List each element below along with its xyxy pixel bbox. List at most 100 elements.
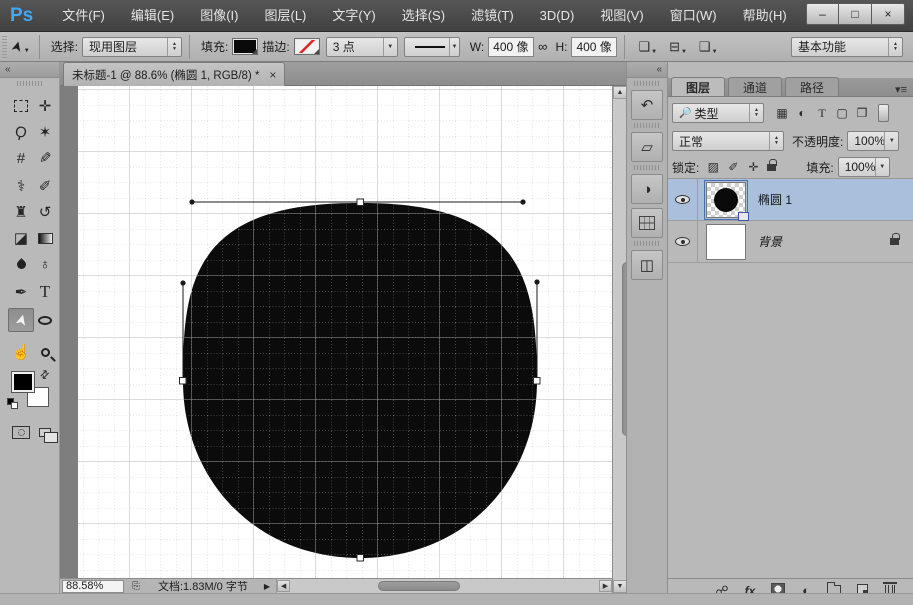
menu-filter[interactable]: 滤镜(T) bbox=[458, 0, 527, 32]
path-arrangement-button[interactable]: ❑▼ bbox=[699, 39, 718, 55]
scroll-left-icon[interactable]: ◀ bbox=[277, 580, 290, 592]
menu-3d[interactable]: 3D(D) bbox=[527, 0, 588, 32]
filter-smart-objects-icon[interactable]: ❐ bbox=[852, 106, 872, 120]
history-brush-tool[interactable]: ↺ bbox=[32, 200, 58, 224]
menu-file[interactable]: 文件(F) bbox=[49, 0, 118, 32]
properties-panel-button[interactable]: ▱ bbox=[631, 132, 663, 162]
brush-tool[interactable]: ✐ bbox=[32, 174, 58, 198]
dock-header[interactable]: « bbox=[627, 62, 667, 78]
layer-name[interactable]: 椭圆 1 bbox=[758, 191, 792, 208]
tab-channels[interactable]: 通道 bbox=[728, 77, 782, 96]
clone-stamp-tool[interactable]: ♜ bbox=[8, 200, 34, 224]
canvas[interactable] bbox=[60, 86, 612, 578]
dodge-tool[interactable]: ♁ bbox=[32, 252, 58, 276]
magic-wand-tool[interactable]: ✶ bbox=[32, 120, 58, 144]
opacity-input[interactable]: 100% bbox=[847, 131, 899, 151]
menu-edit[interactable]: 编辑(E) bbox=[118, 0, 187, 32]
color-panel-button[interactable]: ◑ bbox=[631, 174, 663, 204]
scroll-right-icon[interactable]: ▶ bbox=[599, 580, 612, 592]
filter-toggle-switch[interactable] bbox=[878, 104, 889, 122]
ellipse-shape-tool[interactable] bbox=[32, 308, 58, 332]
export-status-icon[interactable]: ⎘ bbox=[132, 581, 140, 592]
stroke-type-dropdown[interactable] bbox=[404, 37, 460, 57]
filter-adjustment-layers-icon[interactable]: ◐ bbox=[792, 106, 812, 120]
vertical-scrollbar[interactable]: ▲ ▼ bbox=[612, 86, 626, 593]
styles-3d-panel-button[interactable]: ◫ bbox=[631, 250, 663, 280]
quick-mask-mode-button[interactable] bbox=[8, 420, 34, 444]
minimize-button[interactable]: – bbox=[806, 3, 839, 25]
rectangular-marquee-tool[interactable] bbox=[8, 94, 34, 118]
layer-name[interactable]: 背景 bbox=[758, 233, 782, 250]
document-tab[interactable]: 未标题-1 @ 88.6% (椭圆 1, RGB/8) * × bbox=[63, 62, 285, 86]
maximize-button[interactable]: □ bbox=[839, 3, 872, 25]
tab-layers[interactable]: 图层 bbox=[671, 77, 725, 96]
layer-thumbnail[interactable] bbox=[706, 224, 746, 260]
eyedropper-tool[interactable]: ✎ bbox=[32, 146, 58, 170]
select-scope-dropdown[interactable]: 现用图层 bbox=[82, 37, 182, 57]
tools-panel-header[interactable]: « bbox=[0, 62, 59, 78]
stroke-width-dropdown[interactable]: 3 点 bbox=[326, 37, 398, 57]
canvas-viewport[interactable] bbox=[60, 86, 612, 578]
path-selection-tool[interactable]: ➤ bbox=[8, 308, 34, 332]
blur-tool[interactable] bbox=[8, 252, 34, 276]
screen-mode-button[interactable] bbox=[32, 420, 58, 444]
menu-layer[interactable]: 图层(L) bbox=[251, 0, 319, 32]
horizontal-scrollbar[interactable]: ◀ ▶ bbox=[276, 579, 612, 594]
path-alignment-button[interactable]: ⊟▼ bbox=[669, 39, 687, 55]
history-panel-button[interactable]: ↶ bbox=[631, 90, 663, 120]
filter-shape-layers-icon[interactable]: ▢ bbox=[832, 106, 852, 120]
workspace-switcher-dropdown[interactable]: 基本功能 bbox=[791, 37, 903, 57]
menu-help[interactable]: 帮助(H) bbox=[730, 0, 800, 32]
blend-mode-dropdown[interactable]: 正常 bbox=[672, 131, 784, 151]
swatches-panel-button[interactable] bbox=[631, 208, 663, 238]
path-operations-button[interactable]: ❏▼ bbox=[638, 39, 657, 55]
menu-select[interactable]: 选择(S) bbox=[389, 0, 458, 32]
dodge-icon: ♁ bbox=[39, 256, 50, 273]
status-options-arrow-icon[interactable]: ▶ bbox=[264, 582, 270, 591]
scroll-down-icon[interactable]: ▼ bbox=[613, 580, 627, 593]
menu-image[interactable]: 图像(I) bbox=[187, 0, 251, 32]
filter-type-dropdown[interactable]: 🔎 类型 bbox=[672, 103, 764, 123]
type-tool[interactable]: T bbox=[32, 280, 58, 304]
scroll-up-icon[interactable]: ▲ bbox=[613, 86, 627, 99]
menu-window[interactable]: 窗口(W) bbox=[657, 0, 730, 32]
tab-close-icon[interactable]: × bbox=[269, 68, 276, 82]
gradient-tool[interactable] bbox=[32, 226, 58, 250]
lock-position-icon[interactable]: ✛ bbox=[743, 160, 763, 174]
menu-view[interactable]: 视图(V) bbox=[587, 0, 656, 32]
menu-type[interactable]: 文字(Y) bbox=[319, 0, 388, 32]
lock-pixels-icon[interactable]: ✐ bbox=[723, 160, 743, 174]
filter-pixel-layers-icon[interactable]: ▦ bbox=[772, 106, 792, 120]
crop-tool[interactable]: # bbox=[8, 146, 34, 170]
zoom-tool[interactable] bbox=[32, 340, 58, 364]
shape-height-input[interactable]: 400 像 bbox=[571, 37, 617, 57]
lock-all-icon[interactable] bbox=[767, 164, 776, 171]
zoom-level-input[interactable]: 88.58% bbox=[62, 580, 124, 593]
hand-tool[interactable]: ☝ bbox=[8, 340, 34, 364]
lock-transparency-icon[interactable]: ▨ bbox=[703, 160, 723, 174]
shape-width-input[interactable]: 400 像 bbox=[488, 37, 534, 57]
spot-healing-brush-tool[interactable]: ⚕ bbox=[8, 174, 34, 198]
panel-menu-icon[interactable]: ▾≡ bbox=[895, 83, 907, 96]
pen-tool[interactable]: ✒ bbox=[8, 280, 34, 304]
tab-paths[interactable]: 路径 bbox=[785, 77, 839, 96]
stroke-color-swatch[interactable] bbox=[294, 38, 320, 55]
lasso-tool[interactable]: Ϙ bbox=[8, 120, 34, 144]
horizontal-scroll-thumb[interactable] bbox=[378, 581, 460, 591]
layer-thumbnail[interactable] bbox=[706, 182, 746, 218]
filter-type-layers-icon[interactable]: T bbox=[812, 106, 832, 121]
updown-arrows-icon bbox=[769, 132, 783, 150]
eraser-tool[interactable]: ◪ bbox=[8, 226, 34, 250]
fill-opacity-input[interactable]: 100% bbox=[838, 157, 890, 177]
close-button[interactable]: × bbox=[872, 3, 905, 25]
link-dimensions-icon[interactable]: ∞ bbox=[538, 39, 547, 54]
foreground-color-swatch[interactable] bbox=[12, 372, 34, 392]
visibility-toggle[interactable] bbox=[668, 179, 698, 221]
fill-color-swatch[interactable] bbox=[232, 38, 258, 55]
visibility-toggle[interactable] bbox=[668, 221, 698, 263]
current-tool-icon[interactable]: ➤ bbox=[7, 39, 26, 55]
layer-row-ellipse[interactable]: 椭圆 1 bbox=[668, 179, 913, 221]
layer-row-background[interactable]: 背景 bbox=[668, 221, 913, 263]
move-tool[interactable]: ✛ bbox=[32, 94, 58, 118]
swap-colors-icon[interactable]: ⇄ bbox=[37, 367, 53, 383]
